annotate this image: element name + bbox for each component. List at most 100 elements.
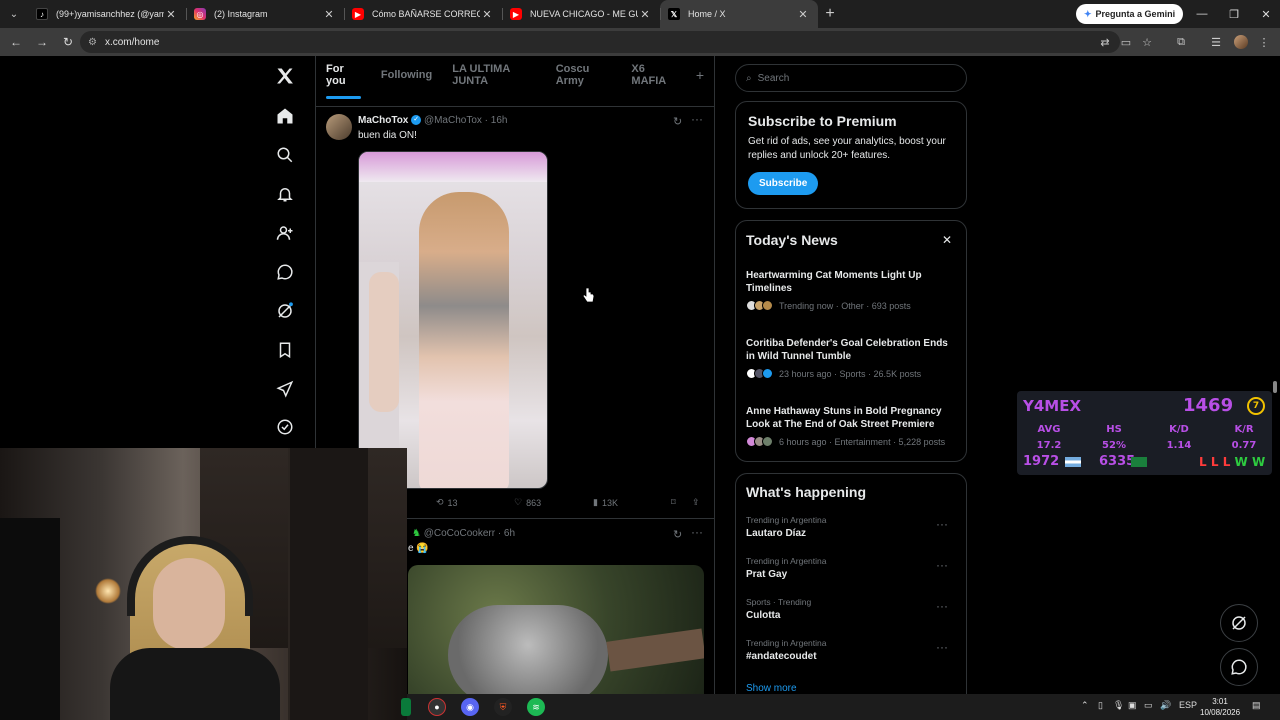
close-window-button[interactable]: ✕ [1250, 0, 1280, 28]
trend-more-icon[interactable]: ··· [936, 517, 948, 531]
retweet-button[interactable]: ⟲ 13 [436, 497, 458, 508]
browser-tab-youtube-2[interactable]: ▶ NUEVA CHICAGO - ME GUSTA ✕ [502, 0, 660, 28]
url-field[interactable]: ⚙ x.com/home [80, 31, 1120, 53]
bookmark-post-icon[interactable]: ⌑ [671, 497, 676, 508]
gemini-button[interactable]: ✦ Pregunta a Gemini [1076, 4, 1184, 24]
tray-chevron-icon[interactable]: ⌃ [1081, 700, 1089, 711]
post-image[interactable] [358, 151, 548, 489]
bookmark-star-icon[interactable]: ☆ [1139, 34, 1155, 50]
trend-item[interactable]: Sports · Trending Culotta ··· [746, 597, 958, 621]
post-video[interactable] [408, 565, 704, 695]
messages-icon[interactable] [273, 260, 297, 284]
trend-item[interactable]: Trending in Argentina Prat Gay ··· [746, 556, 958, 580]
tab-la-ultima-junta[interactable]: LA ULTIMA JUNTA [442, 63, 546, 87]
tab-close-icon[interactable]: ✕ [796, 8, 810, 21]
back-icon[interactable]: ← [4, 30, 28, 54]
verified-orgs-icon[interactable] [273, 415, 297, 439]
trend-more-icon[interactable]: ··· [936, 558, 948, 572]
tab-x6-mafia[interactable]: X6 MAFIA [621, 63, 685, 87]
post-time[interactable]: · 16h [485, 115, 508, 126]
page-scrollbar[interactable] [1270, 58, 1278, 694]
menu-dots-icon[interactable]: ⋮ [1256, 34, 1272, 50]
microphone-icon[interactable]: 🎙 [1113, 700, 1124, 711]
close-icon[interactable]: ✕ [942, 233, 952, 247]
news-item[interactable]: Coritiba Defender's Goal Celebration End… [746, 337, 958, 379]
discord-icon[interactable]: ◉ [461, 698, 479, 716]
cast-icon[interactable]: ▭ [1118, 34, 1134, 50]
site-info-icon[interactable]: ⚙ [88, 37, 97, 48]
share-icon[interactable]: ⇪ [692, 497, 700, 508]
home-icon[interactable] [273, 104, 297, 128]
messages-fab-button[interactable] [1220, 648, 1258, 686]
system-clock[interactable]: 3:01 10/08/2026 [1200, 696, 1240, 718]
obs-icon[interactable]: ● [428, 698, 446, 716]
trend-more-icon[interactable]: ··· [936, 640, 948, 654]
new-tab-button[interactable]: + [818, 5, 842, 23]
tab-following[interactable]: Following [371, 69, 442, 81]
trend-name: Culotta [746, 610, 781, 621]
tab-close-icon[interactable]: ✕ [638, 8, 652, 21]
follow-people-icon[interactable] [273, 221, 297, 245]
profile-avatar[interactable] [1234, 35, 1248, 49]
translate-icon[interactable]: ⇄ [1097, 34, 1113, 50]
trend-name: #andatecoudet [746, 651, 817, 662]
scrollbar-thumb[interactable] [1273, 381, 1277, 393]
post-avatar[interactable] [326, 114, 352, 140]
grok-post-icon[interactable]: ↻ [673, 528, 682, 541]
post-time[interactable]: · 6h [498, 528, 515, 539]
browser-tab-youtube-1[interactable]: ▶ Cómo BAÑARSE CORRECTAME ✕ [344, 0, 502, 28]
news-meta: 6 hours ago · Entertainment · 5,228 post… [779, 436, 946, 447]
tray-device-icon[interactable]: ▯ [1098, 700, 1103, 711]
trend-more-icon[interactable]: ··· [936, 599, 948, 613]
tab-for-you[interactable]: For you [316, 63, 371, 99]
notifications-bell-icon[interactable] [273, 182, 297, 206]
grok-post-icon[interactable]: ↻ [673, 115, 682, 128]
youtube-icon: ▶ [352, 8, 364, 20]
reload-icon[interactable]: ↻ [56, 30, 80, 54]
bookmarks-icon[interactable] [273, 338, 297, 362]
brave-icon[interactable]: ⛨ [494, 698, 512, 716]
keyboard-language[interactable]: ESP [1179, 700, 1197, 710]
overlay-rank-country: 1972 [1023, 454, 1060, 469]
post-more-icon[interactable]: ··· [691, 112, 703, 126]
tray-display-icon[interactable]: ▣ [1128, 700, 1137, 711]
explore-search-icon[interactable] [273, 143, 297, 167]
x-logo-icon[interactable] [273, 64, 297, 88]
news-item[interactable]: Heartwarming Cat Moments Light Up Timeli… [746, 269, 958, 311]
like-button[interactable]: ♡ 863 [514, 497, 541, 508]
jobs-rocket-icon[interactable] [273, 377, 297, 401]
add-tab-button[interactable]: + [686, 67, 714, 83]
views-button[interactable]: ▮ 13K [593, 497, 618, 508]
tabs-divider [316, 106, 714, 107]
notifications-icon[interactable]: ▤ [1252, 700, 1261, 711]
post-author-name[interactable]: MaChoTox [358, 115, 408, 126]
search-input[interactable]: ⌕ Search [735, 64, 967, 92]
browser-tab-x[interactable]: 𝕏 Home / X ✕ [660, 0, 818, 28]
minimize-button[interactable]: — [1186, 0, 1218, 28]
trend-item[interactable]: Trending in Argentina Lautaro Díaz ··· [746, 515, 958, 539]
taskbar-app-icon[interactable] [401, 698, 411, 716]
tab-search-dropdown-icon[interactable]: ⌄ [0, 0, 28, 28]
tray-window-icon[interactable]: ▭ [1144, 700, 1153, 711]
extensions-icon[interactable]: ⧉ [1173, 34, 1189, 50]
speaker-icon[interactable]: 🔊 [1160, 700, 1171, 711]
show-more-link[interactable]: Show more [746, 683, 797, 694]
tab-close-icon[interactable]: ✕ [322, 8, 336, 21]
tab-search-icon[interactable]: ☰ [1208, 34, 1224, 50]
grok-fab-button[interactable] [1220, 604, 1258, 642]
news-item[interactable]: Anne Hathaway Stuns in Bold Pregnancy Lo… [746, 405, 958, 447]
post-handle[interactable]: @CoCoCookerr [424, 528, 495, 539]
subscribe-button[interactable]: Subscribe [748, 172, 819, 195]
forward-icon[interactable]: → [30, 30, 54, 54]
spotify-icon[interactable]: ≋ [527, 698, 545, 716]
trend-item[interactable]: Trending in Argentina #andatecoudet ··· [746, 638, 958, 662]
browser-tab-tiktok[interactable]: ♪ (99+)yamisanchhez (@yamisan ✕ [28, 0, 186, 28]
tab-coscu-army[interactable]: Coscu Army [546, 63, 622, 87]
post-more-icon[interactable]: ··· [691, 525, 703, 539]
restore-button[interactable]: ❐ [1218, 0, 1250, 28]
browser-tab-instagram[interactable]: ◎ (2) Instagram ✕ [186, 0, 344, 28]
tab-close-icon[interactable]: ✕ [164, 8, 178, 21]
post-handle[interactable]: @MaChoTox [424, 115, 482, 126]
tab-close-icon[interactable]: ✕ [480, 8, 494, 21]
grok-icon[interactable] [273, 299, 297, 323]
